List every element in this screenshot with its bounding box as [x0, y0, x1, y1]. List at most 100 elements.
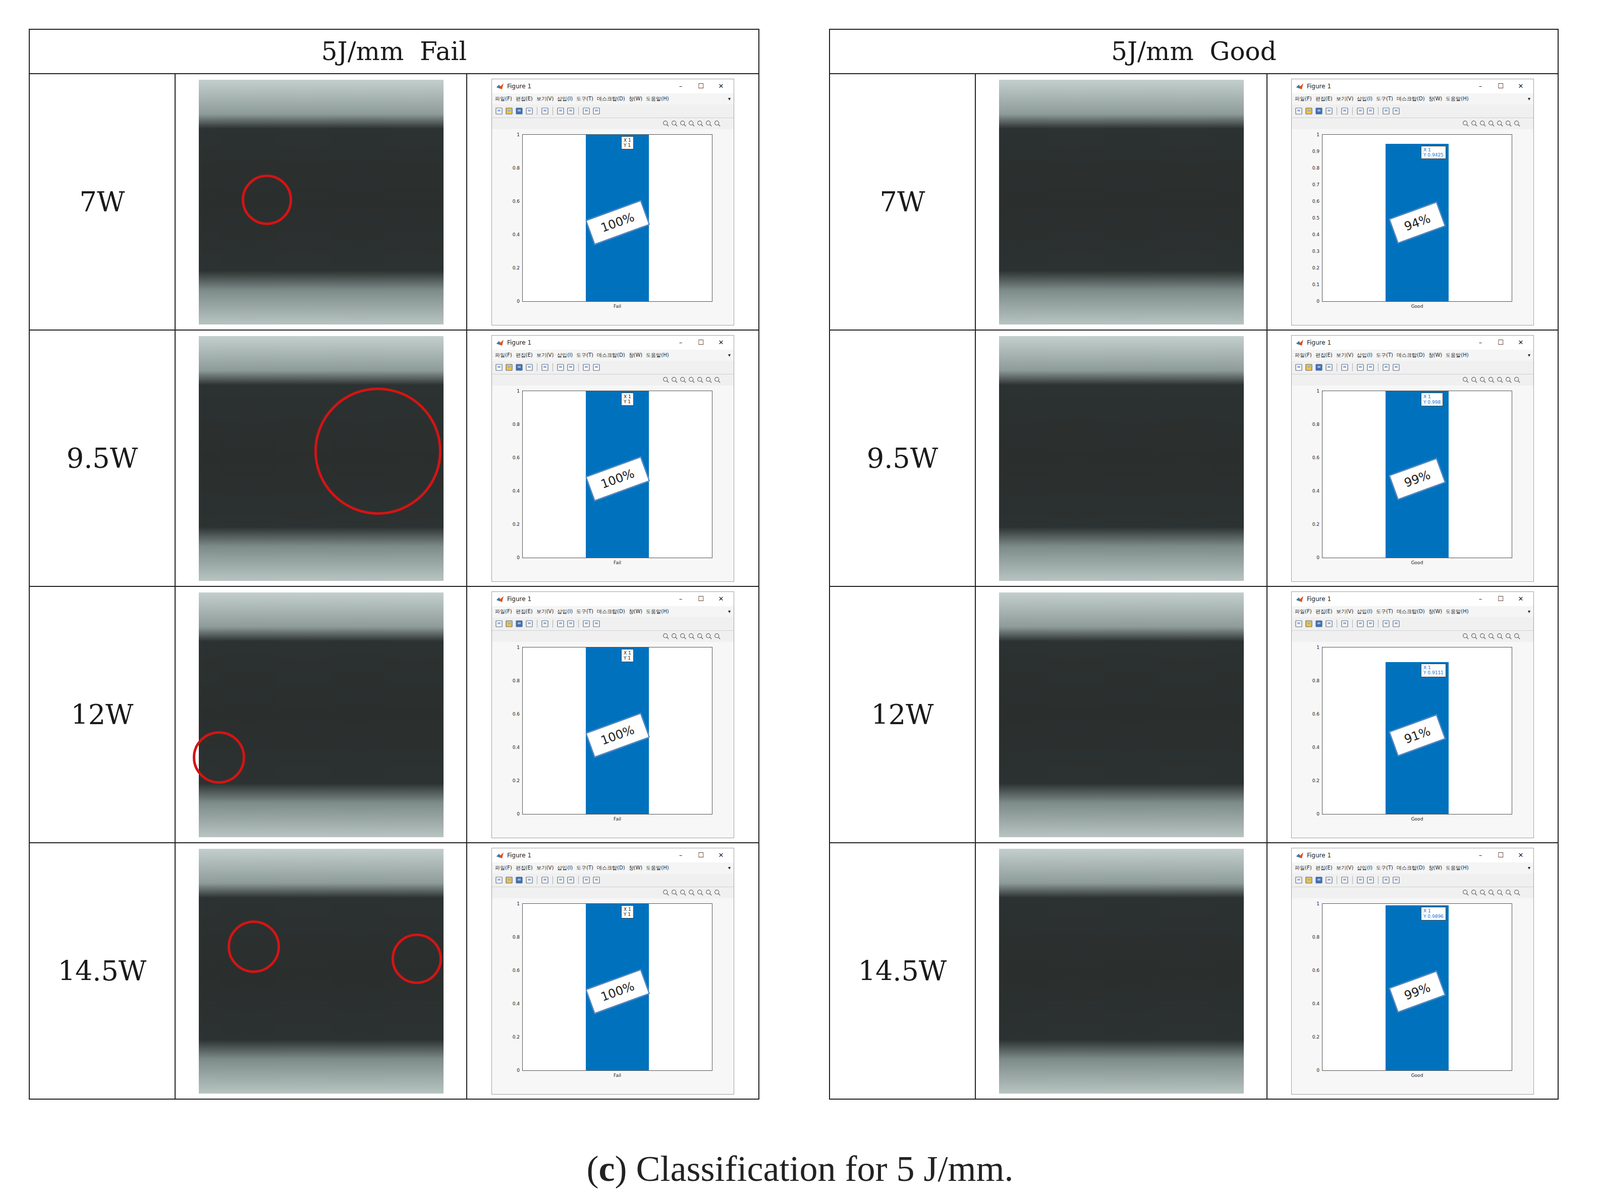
- zoom-out-icon[interactable]: [705, 889, 712, 896]
- zoom-out-icon[interactable]: [705, 120, 712, 127]
- menu-item[interactable]: 도구(T): [1375, 351, 1394, 359]
- menu-item[interactable]: 도움말(H): [645, 864, 669, 872]
- menu-item[interactable]: 도움말(H): [645, 351, 669, 359]
- dock-icon[interactable]: [556, 619, 565, 628]
- menu-item[interactable]: 삽입(I): [1356, 351, 1373, 359]
- menu-item[interactable]: 보기(V): [536, 351, 555, 359]
- dock2-icon[interactable]: [1366, 363, 1375, 372]
- menu-item[interactable]: 보기(V): [1336, 351, 1354, 359]
- pan-icon[interactable]: [1487, 120, 1495, 127]
- menu-item[interactable]: 도구(T): [576, 95, 594, 103]
- zoom-in-icon[interactable]: [696, 376, 704, 383]
- print-icon[interactable]: [525, 106, 534, 116]
- new-icon[interactable]: [1294, 875, 1303, 885]
- zoom-in-icon[interactable]: [696, 120, 704, 127]
- window-control-button[interactable]: –: [672, 851, 690, 859]
- home-icon[interactable]: [1513, 120, 1521, 127]
- cursor-icon[interactable]: [1382, 619, 1391, 628]
- home-icon[interactable]: [713, 889, 721, 896]
- dock-icon[interactable]: [1356, 363, 1365, 372]
- menu-item[interactable]: 삽입(I): [1356, 864, 1373, 872]
- menu-item[interactable]: 파일(F): [494, 864, 513, 872]
- menu-item[interactable]: 도움말(H): [1445, 95, 1469, 103]
- menu-item[interactable]: 데스크탑(D): [596, 864, 626, 872]
- print-icon[interactable]: [1325, 875, 1334, 885]
- zoom-in-icon[interactable]: [1496, 376, 1504, 383]
- new-icon[interactable]: [494, 619, 504, 628]
- open-icon[interactable]: [505, 619, 514, 628]
- menu-item[interactable]: 도움말(H): [1445, 351, 1469, 359]
- menu-item[interactable]: 창(W): [628, 864, 643, 872]
- menu-item[interactable]: 도구(T): [576, 351, 594, 359]
- open-icon[interactable]: [1304, 875, 1313, 885]
- cursor-icon[interactable]: [1382, 106, 1391, 116]
- new-icon[interactable]: [1294, 363, 1303, 372]
- menu-item[interactable]: 삽입(I): [557, 864, 573, 872]
- menu-item[interactable]: 편집(E): [515, 95, 533, 103]
- save-icon[interactable]: [515, 363, 524, 372]
- pan-icon[interactable]: [1487, 376, 1495, 383]
- home-icon[interactable]: [1513, 889, 1521, 896]
- window-control-button[interactable]: ✕: [712, 851, 730, 859]
- menu-item[interactable]: 편집(E): [1315, 351, 1333, 359]
- menu-item[interactable]: 파일(F): [1294, 608, 1312, 616]
- link-icon[interactable]: [540, 106, 549, 116]
- zoom-in-icon[interactable]: [1496, 889, 1504, 896]
- pan-icon[interactable]: [688, 376, 695, 383]
- menu-item[interactable]: 삽입(I): [557, 608, 573, 616]
- open-icon[interactable]: [505, 106, 514, 116]
- menu-more-button[interactable]: ▾: [728, 352, 731, 358]
- window-control-button[interactable]: ☐: [692, 82, 710, 90]
- home-icon[interactable]: [1513, 632, 1521, 640]
- cursor-icon[interactable]: [1382, 363, 1391, 372]
- pan-icon[interactable]: [688, 889, 695, 896]
- window-control-button[interactable]: ✕: [712, 594, 730, 603]
- menu-item[interactable]: 편집(E): [515, 864, 533, 872]
- menu-item[interactable]: 삽입(I): [557, 351, 573, 359]
- link-icon[interactable]: [540, 363, 549, 372]
- menu-item[interactable]: 도구(T): [1375, 608, 1394, 616]
- menu-more-button[interactable]: ▾: [728, 608, 731, 615]
- save-icon[interactable]: [1314, 619, 1323, 628]
- menu-more-button[interactable]: ▾: [1527, 352, 1531, 358]
- window-control-button[interactable]: ☐: [1492, 338, 1510, 347]
- menu-item[interactable]: 창(W): [1428, 864, 1443, 872]
- window-control-button[interactable]: ☐: [692, 338, 710, 347]
- menu-item[interactable]: 도움말(H): [645, 608, 669, 616]
- window-control-button[interactable]: –: [1471, 594, 1489, 603]
- menu-item[interactable]: 파일(F): [1294, 864, 1312, 872]
- panel-icon[interactable]: [592, 106, 601, 116]
- new-icon[interactable]: [1294, 619, 1303, 628]
- menu-item[interactable]: 파일(F): [494, 608, 513, 616]
- open-icon[interactable]: [1304, 619, 1313, 628]
- zoom-in-icon[interactable]: [1496, 120, 1504, 127]
- window-control-button[interactable]: ☐: [692, 851, 710, 859]
- menu-item[interactable]: 창(W): [1428, 95, 1443, 103]
- menu-item[interactable]: 도움말(H): [1445, 864, 1469, 872]
- open-icon[interactable]: [505, 363, 514, 372]
- link-icon[interactable]: [1340, 106, 1349, 116]
- dock-icon[interactable]: [556, 363, 565, 372]
- brush-icon[interactable]: [1462, 120, 1469, 127]
- brush-icon[interactable]: [662, 376, 670, 383]
- link-icon[interactable]: [1340, 363, 1349, 372]
- link-icon[interactable]: [1340, 619, 1349, 628]
- zoom-in-icon[interactable]: [1496, 632, 1504, 640]
- menu-item[interactable]: 편집(E): [1315, 608, 1333, 616]
- rotate-icon[interactable]: [1479, 632, 1486, 640]
- menu-item[interactable]: 창(W): [628, 351, 643, 359]
- new-icon[interactable]: [494, 875, 504, 885]
- rotate-icon[interactable]: [1479, 120, 1486, 127]
- menu-item[interactable]: 보기(V): [1336, 608, 1354, 616]
- save-icon[interactable]: [1314, 106, 1323, 116]
- menu-item[interactable]: 편집(E): [1315, 95, 1333, 103]
- menu-item[interactable]: 데스크탑(D): [1396, 608, 1425, 616]
- panel-icon[interactable]: [1392, 875, 1401, 885]
- menu-more-button[interactable]: ▾: [1527, 608, 1531, 615]
- menu-item[interactable]: 창(W): [628, 608, 643, 616]
- menu-item[interactable]: 삽입(I): [1356, 608, 1373, 616]
- panel-icon[interactable]: [1392, 106, 1401, 116]
- window-control-button[interactable]: ✕: [712, 338, 730, 347]
- menu-item[interactable]: 보기(V): [536, 608, 555, 616]
- window-control-button[interactable]: ✕: [1512, 851, 1530, 859]
